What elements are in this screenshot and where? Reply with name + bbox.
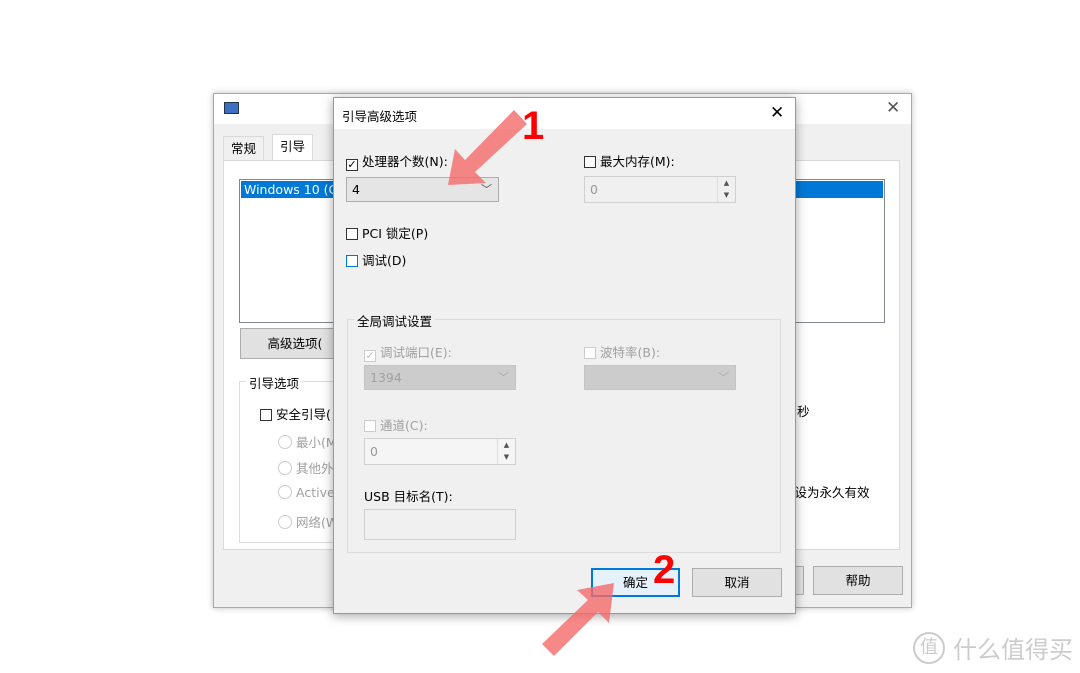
watermark-logo-icon: 值 (913, 631, 945, 664)
arrow-1 (448, 110, 527, 185)
annotation-arrows (448, 110, 614, 656)
step-1-label: 1 (522, 104, 545, 148)
arrow-2 (542, 583, 614, 656)
watermark-text: 什么值得买 (953, 636, 1073, 664)
watermark: 值 什么值得买 (913, 630, 1073, 665)
step-2-label: 2 (653, 548, 676, 592)
